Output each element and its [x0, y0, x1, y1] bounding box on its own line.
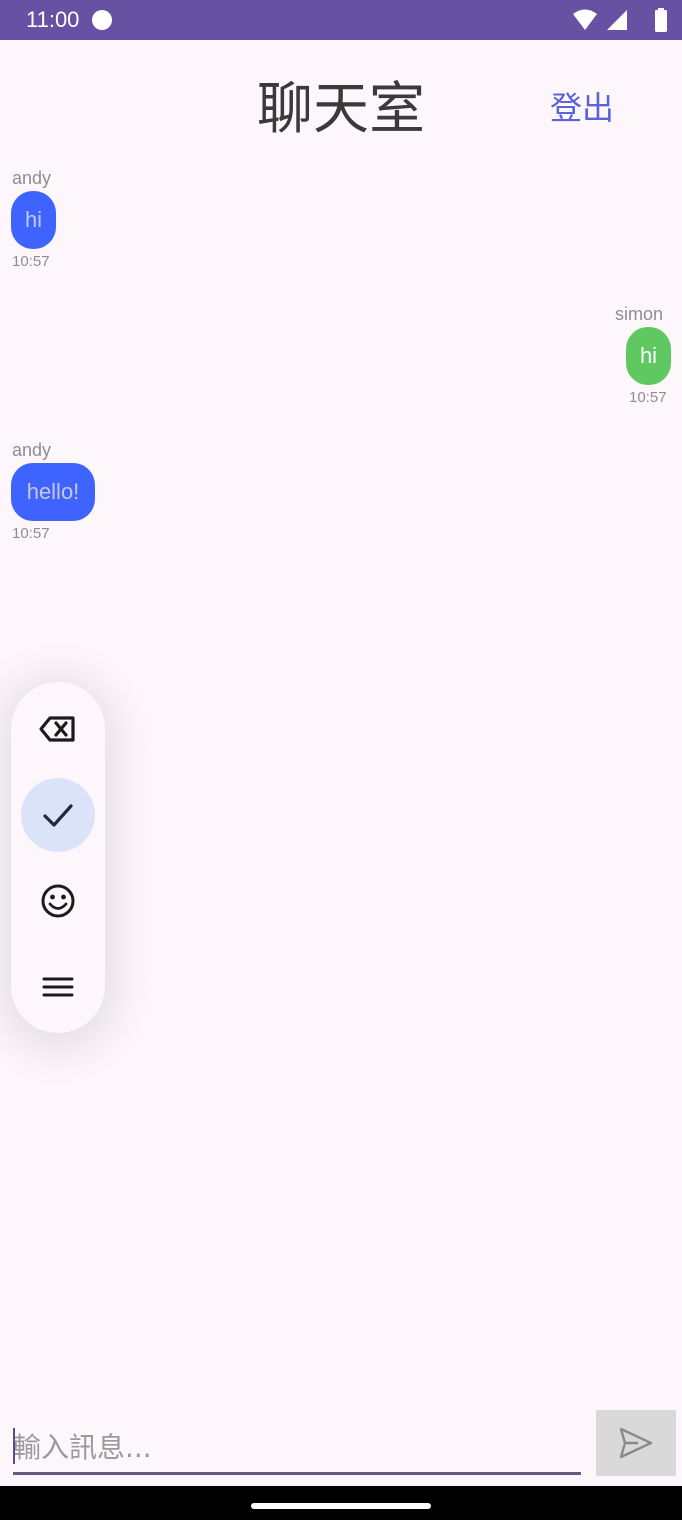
cell-signal-icon: [607, 10, 627, 30]
message-sender: andy: [12, 440, 52, 460]
send-icon: [619, 1427, 653, 1459]
composer: [0, 1402, 682, 1484]
logout-button[interactable]: 登出: [550, 86, 614, 130]
menu-button[interactable]: [21, 950, 95, 1024]
emoji-button[interactable]: [21, 864, 95, 938]
menu-icon: [42, 977, 74, 997]
dot-indicator-icon: [92, 10, 112, 30]
message-bubble[interactable]: hi: [11, 191, 56, 249]
checkmark-button[interactable]: [21, 778, 95, 852]
message-sender: simon: [615, 304, 664, 324]
message-time: 10:57: [629, 389, 667, 406]
home-handle[interactable]: [251, 1503, 431, 1509]
message-time: 10:57: [12, 525, 50, 542]
backspace-button[interactable]: [21, 692, 95, 766]
text-cursor: [13, 1428, 15, 1464]
backspace-icon: [39, 716, 75, 742]
keyboard-toolbar: [11, 682, 105, 1033]
checkmark-icon: [43, 804, 73, 827]
status-bar: 11:00: [0, 0, 682, 40]
message-input[interactable]: [13, 1422, 581, 1475]
message-bubble[interactable]: hi: [626, 327, 671, 385]
wifi-icon: [573, 9, 597, 30]
battery-icon: [655, 8, 667, 32]
navigation-bar: [0, 1486, 682, 1520]
message-bubble[interactable]: hello!: [11, 463, 95, 521]
status-time: 11:00: [26, 7, 80, 32]
message-time: 10:57: [12, 253, 50, 270]
emoji-icon: [41, 884, 75, 918]
send-button[interactable]: [596, 1410, 676, 1476]
message-sender: andy: [12, 168, 52, 188]
